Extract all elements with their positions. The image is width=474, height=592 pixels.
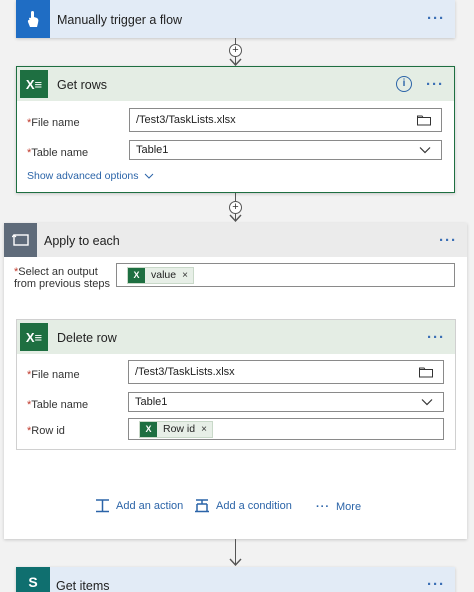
more-dots-icon: ··· bbox=[316, 501, 330, 513]
apply-to-each-card: Apply to each ··· *Select an output from… bbox=[4, 223, 467, 539]
hand-touch-icon bbox=[27, 11, 39, 27]
get-rows-table-name-dropdown[interactable]: Table1 bbox=[129, 140, 442, 160]
add-action-icon bbox=[96, 499, 109, 513]
chevron-down-icon bbox=[421, 399, 433, 406]
add-action-button[interactable]: Add an action bbox=[95, 499, 183, 513]
get-rows-table-name-value: Table1 bbox=[136, 144, 169, 156]
delete-row-row-id-label: *Row id bbox=[27, 425, 65, 437]
excel-icon: X bbox=[128, 267, 145, 283]
delete-row-file-name-field[interactable]: /Test3/TaskLists.xlsx bbox=[128, 360, 444, 384]
add-action-label: Add an action bbox=[116, 500, 184, 512]
apply-to-each-header[interactable]: Apply to each ··· bbox=[4, 223, 467, 257]
delete-row-table-name-label: *Table name bbox=[27, 399, 89, 411]
excel-icon: X≡ bbox=[20, 70, 48, 98]
remove-token-icon[interactable]: × bbox=[182, 270, 188, 281]
remove-token-icon[interactable]: × bbox=[201, 424, 207, 435]
trigger-icon-box bbox=[16, 0, 50, 38]
delete-row-card: X≡ Delete row ··· *File name /Test3/Task… bbox=[16, 319, 456, 450]
get-rows-title: Get rows bbox=[57, 78, 108, 92]
get-items-title: Get items bbox=[56, 579, 110, 592]
trigger-card[interactable]: Manually trigger a flow ··· bbox=[16, 0, 455, 38]
apply-to-each-icon-box bbox=[4, 223, 37, 257]
value-token[interactable]: X value × bbox=[127, 266, 194, 284]
folder-icon[interactable] bbox=[417, 115, 431, 126]
add-condition-label: Add a condition bbox=[216, 500, 292, 512]
apply-to-each-more-icon[interactable]: ··· bbox=[439, 233, 457, 248]
arrow-down-icon bbox=[229, 58, 242, 66]
row-id-token[interactable]: X Row id × bbox=[139, 420, 213, 438]
apply-to-each-title: Apply to each bbox=[44, 234, 120, 248]
chevron-down-icon bbox=[145, 173, 154, 179]
get-rows-table-name-label: *Table name bbox=[27, 147, 89, 159]
delete-row-file-name-value: /Test3/TaskLists.xlsx bbox=[135, 366, 235, 378]
insert-step-plus-icon[interactable]: + bbox=[229, 44, 242, 57]
select-output-label: *Select an output from previous steps bbox=[14, 266, 110, 290]
delete-row-file-name-label: *File name bbox=[27, 369, 80, 381]
arrow-down-icon bbox=[229, 214, 242, 222]
add-condition-icon bbox=[195, 499, 209, 513]
loop-icon bbox=[11, 234, 29, 246]
delete-row-row-id-field[interactable]: X Row id × bbox=[128, 418, 444, 440]
get-rows-header[interactable]: X≡ Get rows i ··· bbox=[17, 67, 454, 101]
get-rows-file-name-value: /Test3/TaskLists.xlsx bbox=[136, 114, 236, 126]
delete-row-table-name-value: Table1 bbox=[135, 396, 168, 408]
get-rows-more-icon[interactable]: ··· bbox=[426, 77, 444, 92]
delete-row-title: Delete row bbox=[57, 331, 117, 345]
info-icon[interactable]: i bbox=[396, 76, 412, 92]
row-id-token-label: Row id bbox=[163, 423, 196, 435]
show-advanced-options-link[interactable]: Show advanced options bbox=[27, 170, 154, 182]
folder-icon[interactable] bbox=[419, 367, 433, 378]
value-token-label: value bbox=[151, 269, 177, 281]
get-rows-card: X≡ Get rows i ··· *File name /Test3/Task… bbox=[16, 66, 455, 193]
get-items-icon-box: S bbox=[16, 567, 50, 592]
get-rows-file-name-label: *File name bbox=[27, 117, 80, 129]
trigger-more-icon[interactable]: ··· bbox=[427, 11, 445, 26]
insert-step-plus-icon[interactable]: + bbox=[229, 201, 242, 214]
arrow-down-icon bbox=[229, 558, 242, 566]
more-label: More bbox=[336, 501, 362, 513]
trigger-title: Manually trigger a flow bbox=[57, 13, 183, 27]
get-items-more-icon[interactable]: ··· bbox=[427, 577, 445, 592]
excel-icon: X≡ bbox=[20, 323, 48, 351]
show-advanced-options-label: Show advanced options bbox=[27, 170, 139, 182]
delete-row-table-name-dropdown[interactable]: Table1 bbox=[128, 392, 444, 412]
get-items-card[interactable]: S Get items ··· bbox=[16, 567, 455, 592]
select-output-field[interactable]: X value × bbox=[116, 263, 455, 287]
get-rows-file-name-field[interactable]: /Test3/TaskLists.xlsx bbox=[129, 108, 442, 132]
sharepoint-icon: S bbox=[28, 574, 38, 590]
add-condition-button[interactable]: Add a condition bbox=[194, 499, 292, 513]
delete-row-header[interactable]: X≡ Delete row ··· bbox=[17, 320, 455, 354]
chevron-down-icon bbox=[419, 147, 431, 154]
excel-icon: X bbox=[140, 421, 157, 437]
more-button[interactable]: ··· More bbox=[316, 501, 361, 513]
delete-row-more-icon[interactable]: ··· bbox=[427, 330, 445, 345]
